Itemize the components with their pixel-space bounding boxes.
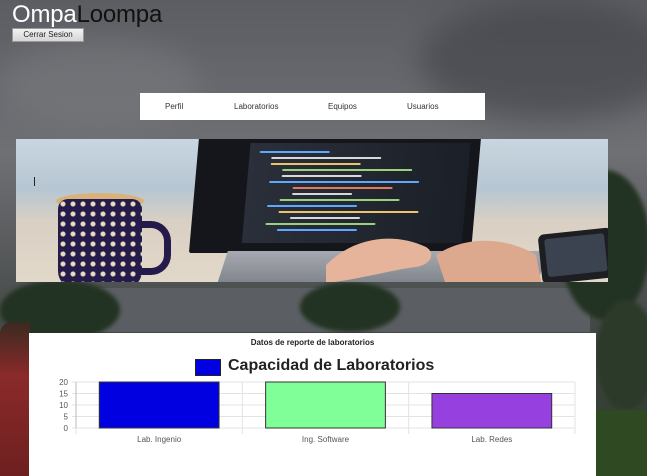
nav-item-perfil[interactable]: Perfil — [165, 93, 183, 120]
brand-part2: Loompa — [76, 1, 163, 28]
brand-logo: OmpaLoompa — [12, 2, 162, 28]
nav-item-usuarios[interactable]: Usuarios — [407, 93, 439, 120]
x-tick-label: Lab. Redes — [471, 435, 512, 444]
y-tick-label: 0 — [64, 424, 69, 433]
y-tick-label: 15 — [59, 390, 68, 399]
x-tick-label: Lab. Ingenio — [137, 435, 182, 444]
bar — [431, 393, 553, 429]
main-nav: Perfil Laboratorios Equipos Usuarios — [140, 93, 485, 120]
y-tick-label: 20 — [59, 378, 68, 387]
phone-image — [537, 227, 608, 282]
coffee-mug — [58, 199, 142, 282]
text-cursor — [34, 177, 35, 186]
bar-chart: 0 5 10 15 20 Lab. Ingenio Ing. Software Lab. Re… — [59, 378, 576, 444]
banner-image — [16, 139, 608, 282]
brand-part1: Ompa — [12, 1, 77, 28]
x-tick-label: Ing. Software — [302, 435, 350, 444]
bar — [265, 381, 386, 429]
bar — [98, 381, 220, 429]
nav-item-equipos[interactable]: Equipos — [328, 93, 357, 120]
mug-handle — [138, 221, 171, 275]
hands-image — [326, 238, 542, 282]
y-tick-label: 5 — [64, 413, 69, 422]
logout-button[interactable]: Cerrar Sesion — [12, 28, 84, 42]
y-tick-label: 10 — [59, 401, 68, 410]
report-card: Datos de reporte de laboratorios Capacid… — [29, 333, 596, 476]
nav-item-laboratorios[interactable]: Laboratorios — [234, 93, 278, 120]
